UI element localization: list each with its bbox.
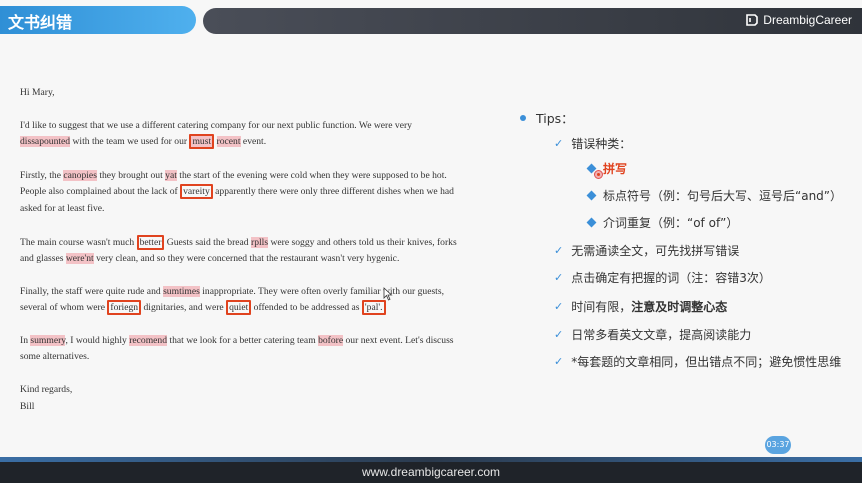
error-word-selected[interactable]: vareity: [180, 184, 213, 199]
diamond-bullet-icon: [586, 190, 597, 201]
tip-note: ✓ *每套题的文章相同，但出错点不同；避免惯性思维: [554, 353, 841, 370]
p3-line1: The main course wasn't much better Guest…: [20, 235, 457, 250]
top-brand-bar: DreambigCareer: [203, 8, 862, 34]
dreambig-logo-icon: [746, 14, 759, 26]
diamond-bullet-icon: [586, 217, 597, 228]
mouse-cursor-icon: [383, 287, 393, 301]
section-title-bar: 文书纠错: [0, 6, 196, 34]
brand-logo: DreambigCareer: [745, 13, 852, 27]
error-word-selected[interactable]: quiet: [226, 300, 252, 315]
letter-text: Guests said the bread: [164, 237, 251, 248]
tip-text: 介词重复（例：“of of”）: [603, 216, 739, 230]
error-word[interactable]: recomend: [129, 335, 168, 346]
p4-line2: several of whom were foriegn dignitaries…: [20, 300, 386, 315]
letter-text: , I would highly: [65, 335, 130, 346]
check-icon: ✓: [554, 244, 564, 257]
letter-text: they brought out: [96, 170, 166, 181]
letter-greeting: Hi Mary,: [20, 87, 55, 98]
p5-line2: some alternatives.: [20, 351, 90, 362]
p3-line2: and glasses were'nt very clean, and so t…: [20, 253, 399, 264]
error-word[interactable]: canopies: [63, 170, 97, 181]
letter-text: offended to be addressed as: [251, 302, 362, 313]
time-badge: 03:37: [765, 436, 791, 454]
letter-text: Finally, the staff were quite rude and: [20, 286, 164, 297]
tip-error-types: ✓ 错误种类：: [554, 135, 631, 152]
letter-text: our next event. Let's discuss: [343, 335, 454, 346]
error-word[interactable]: bofore: [318, 335, 344, 346]
check-icon: ✓: [554, 271, 564, 284]
tip-time-limited: ✓ 时间有限， 注意及时调整心态: [554, 298, 727, 315]
tip-text-bold: 注意及时调整心态: [631, 300, 728, 314]
letter-text: apparently there were only three differe…: [212, 186, 454, 197]
error-word[interactable]: rplls: [251, 237, 269, 248]
tip-text: 标点符号（例：句号后大写、逗号后“and”）: [603, 189, 843, 203]
letter-text: and glasses: [20, 253, 66, 264]
error-word[interactable]: rocent: [216, 136, 241, 147]
tip-punctuation: 标点符号（例：句号后大写、逗号后“and”）: [586, 187, 843, 204]
tip-text: 日常多看英文文章，提高阅读能力: [571, 328, 752, 342]
tip-text-highlight: 拼写: [603, 162, 628, 176]
tip-text: 点击确定有把握的词（注：容错3次）: [571, 271, 771, 285]
check-icon: ✓: [554, 137, 564, 150]
letter-text: very clean, and so they were concerned t…: [93, 253, 400, 264]
letter-text: In: [20, 335, 31, 346]
error-word[interactable]: dissapounted: [20, 136, 71, 147]
tip-text: *每套题的文章相同，但出错点不同；避免惯性思维: [571, 355, 842, 369]
error-word[interactable]: were'nt: [65, 253, 94, 264]
tip-click-confirm: ✓ 点击确定有把握的词（注：容错3次）: [554, 269, 771, 286]
letter-text: several of whom were: [20, 302, 108, 313]
tip-text: 时间有限，: [571, 300, 632, 314]
check-icon: ✓: [554, 355, 564, 368]
tips-heading: Tips：: [536, 111, 574, 126]
letter-text: The main course wasn't much: [20, 237, 137, 248]
tip-read-more: ✓ 日常多看英文文章，提高阅读能力: [554, 326, 751, 343]
laser-pointer-dot: [594, 170, 603, 179]
error-word[interactable]: yat: [165, 170, 177, 181]
error-word-selected[interactable]: better: [136, 235, 165, 250]
p2-line3: asked for at least five.: [20, 203, 105, 214]
p1-line2: dissapounted with the team we used for o…: [20, 134, 267, 149]
letter-text: inappropriate. They were often overly fa…: [199, 286, 444, 297]
section-title: 文书纠错: [8, 13, 73, 32]
tip-text: 错误种类：: [571, 137, 632, 151]
p4-line1: Finally, the staff were quite rude and s…: [20, 286, 444, 297]
check-icon: ✓: [554, 300, 564, 313]
letter-text: with the team we used for our: [70, 136, 190, 147]
letter-text: Firstly, the: [20, 170, 64, 181]
tips-heading-row: Tips：: [520, 108, 574, 127]
letter-signature: Bill: [20, 401, 35, 412]
letter-closing: Kind regards,: [20, 384, 73, 395]
footer-url[interactable]: www.dreambigcareer.com: [362, 465, 500, 479]
error-word[interactable]: sumtimes: [163, 286, 200, 297]
p5-line1: In summery, I would highly recomend that…: [20, 335, 454, 346]
letter-text: the start of the evening were cold when …: [176, 170, 447, 181]
error-word[interactable]: summery: [30, 335, 66, 346]
brand-name: DreambigCareer: [763, 13, 852, 27]
footer-bar: www.dreambigcareer.com: [0, 462, 862, 483]
tip-no-full-read: ✓ 无需通读全文，可先找拼写错误: [554, 242, 739, 259]
error-word-selected[interactable]: foriegn: [107, 300, 142, 315]
letter-text: dignitaries, and were: [141, 302, 227, 313]
p2-line2: People also complained about the lack of…: [20, 184, 454, 199]
error-word-selected[interactable]: must: [189, 134, 215, 149]
letter-text: event.: [240, 136, 267, 147]
check-icon: ✓: [554, 328, 564, 341]
letter-text: People also complained about the lack of: [20, 186, 181, 197]
tip-text: 无需通读全文，可先找拼写错误: [571, 244, 740, 258]
p1-line1: I'd like to suggest that we use a differ…: [20, 120, 412, 131]
error-word-selected[interactable]: 'pal'.: [361, 300, 386, 315]
bullet-icon: [520, 114, 526, 121]
letter-text: were soggy and others told us their kniv…: [268, 237, 457, 248]
tip-preposition: 介词重复（例：“of of”）: [586, 214, 739, 231]
p2-line1: Firstly, the canopies they brought out y…: [20, 170, 447, 181]
letter-text: that we look for a better catering team: [167, 335, 319, 346]
